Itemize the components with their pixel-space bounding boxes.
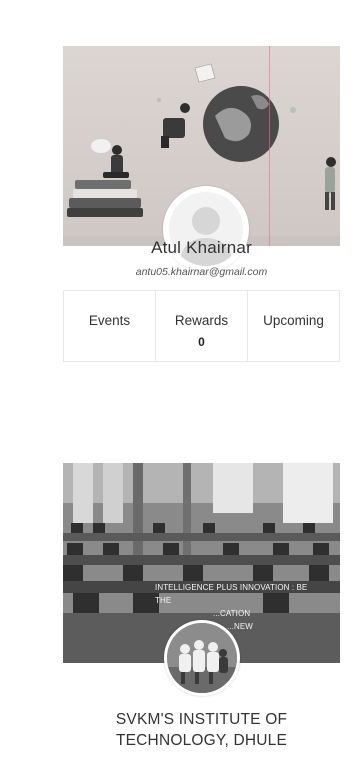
stat-rewards[interactable]: Rewards 0 [156, 291, 248, 361]
app-screen: Atul Khairnar antu05.khairnar@gmail.com … [0, 0, 356, 760]
institute-logo[interactable] [164, 620, 240, 696]
stat-upcoming[interactable]: Upcoming [248, 291, 339, 361]
stat-value: 0 [198, 335, 205, 349]
user-email: antu05.khairnar@gmail.com [135, 266, 268, 278]
institute-name-line1: SVKM'S INSTITUTE OF [115, 711, 288, 728]
stat-label: Upcoming [263, 313, 324, 328]
stats-row: Events Rewards 0 Upcoming [63, 290, 340, 362]
institute-name-line2: TECHNOLOGY, DHULE [115, 732, 288, 749]
stat-label: Rewards [174, 313, 229, 328]
user-name: Atul Khairnar [151, 238, 252, 257]
stat-label: Events [88, 313, 131, 328]
institute-name: SVKM'S INSTITUTE OF TECHNOLOGY, DHULE [63, 709, 340, 751]
avatar[interactable] [163, 186, 249, 272]
group-photo-icon [167, 623, 237, 693]
stat-events[interactable]: Events [64, 291, 156, 361]
content-column: Atul Khairnar antu05.khairnar@gmail.com … [63, 0, 340, 760]
